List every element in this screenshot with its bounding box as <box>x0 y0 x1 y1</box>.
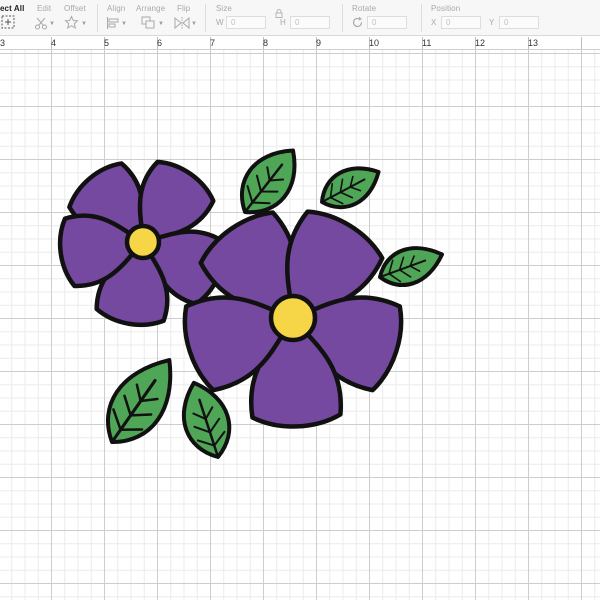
edit-label: Edit <box>37 4 52 13</box>
select-all-icon[interactable] <box>1 15 15 33</box>
scissors-icon[interactable] <box>34 16 48 34</box>
position-group: Position X 0 Y 0 <box>430 0 540 36</box>
size-group: Size W 0 H 0 <box>214 0 330 36</box>
leaf-right <box>375 246 445 289</box>
ruler-number: 10 <box>369 38 380 48</box>
size-label: Size <box>216 4 232 13</box>
flower-artwork[interactable] <box>0 50 600 600</box>
chevron-down-icon: ▼ <box>49 21 55 27</box>
horizontal-ruler: 3 4 5 6 7 8 9 10 11 12 13 <box>0 37 600 50</box>
toolbar-divider <box>205 4 206 32</box>
rotate-icon[interactable] <box>351 16 364 34</box>
offset-label: Offset <box>64 4 86 13</box>
chevron-down-icon: ▼ <box>191 21 197 27</box>
height-field[interactable]: 0 <box>290 16 330 29</box>
align-icon[interactable] <box>106 16 120 34</box>
select-all-group[interactable]: ect All <box>0 0 28 36</box>
toolbar-divider <box>421 4 422 32</box>
offset-group[interactable]: Offset ▼ <box>62 0 90 36</box>
ruler-number: 5 <box>104 38 110 48</box>
offset-icon[interactable] <box>64 15 79 33</box>
position-y-field[interactable]: 0 <box>499 16 539 29</box>
width-label: W <box>216 18 224 27</box>
ruler-number: 7 <box>210 38 216 48</box>
ruler-tick <box>581 37 582 49</box>
height-label: H <box>280 18 286 27</box>
ruler-number: 12 <box>475 38 486 48</box>
rotate-group: Rotate 0 <box>350 0 412 36</box>
arrange-label: Arrange <box>136 4 166 13</box>
chevron-down-icon: ▼ <box>158 21 164 27</box>
flip-icon[interactable] <box>174 16 190 34</box>
ruler-number: 6 <box>157 38 163 48</box>
width-field[interactable]: 0 <box>226 16 266 29</box>
ruler-number: 11 <box>422 38 432 48</box>
position-label: Position <box>431 4 461 13</box>
edit-toolbar: ect All Edit ▼ Offset ▼ Align ▼ Arrange … <box>0 0 600 36</box>
ruler-number: 9 <box>316 38 322 48</box>
arrange-group[interactable]: Arrange ▼ <box>136 0 168 36</box>
y-label: Y <box>489 18 495 27</box>
edit-group[interactable]: Edit ▼ <box>34 0 60 36</box>
flower-center <box>268 293 318 343</box>
flip-label: Flip <box>177 4 191 13</box>
toolbar-divider <box>342 4 343 32</box>
toolbar-divider <box>97 4 98 32</box>
chevron-down-icon: ▼ <box>81 21 87 27</box>
ruler-number: 3 <box>0 38 6 48</box>
align-group[interactable]: Align ▼ <box>106 0 132 36</box>
ruler-number: 4 <box>51 38 57 48</box>
leaf-bottom-left <box>96 358 173 454</box>
x-label: X <box>431 18 437 27</box>
leaf-top-right <box>315 166 381 213</box>
ruler-number: 8 <box>263 38 269 48</box>
position-x-field[interactable]: 0 <box>441 16 481 29</box>
rotate-field[interactable]: 0 <box>367 16 407 29</box>
select-all-label: ect All <box>0 4 25 13</box>
arrange-icon[interactable] <box>141 16 156 34</box>
flip-group[interactable]: Flip ▼ <box>174 0 200 36</box>
rotate-label: Rotate <box>352 4 377 13</box>
chevron-down-icon: ▼ <box>121 21 127 27</box>
align-label: Align <box>107 4 126 13</box>
ruler-number: 13 <box>528 38 539 48</box>
leaf-bottom-center <box>181 380 233 463</box>
design-canvas[interactable] <box>0 50 600 600</box>
flower-center <box>124 223 162 261</box>
